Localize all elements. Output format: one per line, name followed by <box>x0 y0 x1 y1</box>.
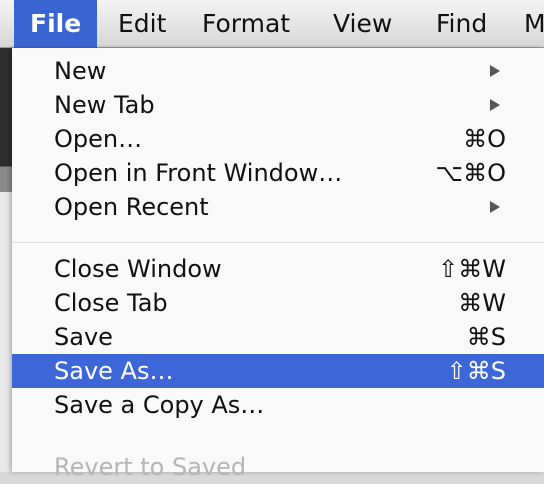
submenu-arrow-icon <box>490 65 500 77</box>
menu-item-label: New Tab <box>54 91 155 119</box>
menu-item-shortcut: ⇧⌘S <box>446 357 506 385</box>
menubar-more[interactable]: M <box>524 0 544 48</box>
menu-item-save-a-copy-as[interactable]: Save a Copy As… <box>12 388 544 422</box>
menu-separator <box>12 242 544 243</box>
menubar-view[interactable]: View <box>333 0 392 48</box>
menu-item-label: Open in Front Window… <box>54 159 343 187</box>
file-menu: New New Tab Open… ⌘O Open in Front Windo… <box>12 48 544 481</box>
menu-item-shortcut: ⌘W <box>458 289 506 317</box>
menu-item-open-recent[interactable]: Open Recent <box>12 190 544 224</box>
menu-item-shortcut: ⌥⌘O <box>435 159 506 187</box>
menu-item-close-tab[interactable]: Close Tab ⌘W <box>12 286 544 320</box>
menu-item-label: Save <box>54 323 113 351</box>
menu-item-label: Open Recent <box>54 193 209 221</box>
menu-item-open[interactable]: Open… ⌘O <box>12 122 544 156</box>
menu-item-label: Close Tab <box>54 289 168 317</box>
menubar-file[interactable]: File <box>14 0 98 48</box>
menu-item-save-as[interactable]: Save As… ⇧⌘S <box>12 354 544 388</box>
submenu-arrow-icon <box>490 201 500 213</box>
menu-item-label: Open… <box>54 125 143 153</box>
menu-item-label: New <box>54 57 107 85</box>
menubar-edit[interactable]: Edit <box>118 0 166 48</box>
menubar-format[interactable]: Format <box>202 0 290 48</box>
menu-item-label: Save As… <box>54 357 174 385</box>
menu-item-save[interactable]: Save ⌘S <box>12 320 544 354</box>
menu-item-label: Close Window <box>54 255 222 283</box>
menu-item-label: Save a Copy As… <box>54 391 265 419</box>
background-window <box>0 48 12 472</box>
menu-item-label: Revert to Saved <box>54 453 247 481</box>
menubar-find[interactable]: Find <box>436 0 487 48</box>
menu-item-new[interactable]: New <box>12 54 544 88</box>
menu-item-shortcut: ⇧⌘W <box>438 255 506 283</box>
menu-item-shortcut: ⌘O <box>463 125 506 153</box>
menu-item-close-window[interactable]: Close Window ⇧⌘W <box>12 252 544 286</box>
menu-item-revert-to-saved[interactable]: Revert to Saved <box>12 422 544 481</box>
menu-item-new-tab[interactable]: New Tab <box>12 88 544 122</box>
menu-item-open-in-front-window[interactable]: Open in Front Window… ⌥⌘O <box>12 156 544 190</box>
menu-bar: File Edit Format View Find M <box>0 0 544 48</box>
submenu-arrow-icon <box>490 99 500 111</box>
menu-item-shortcut: ⌘S <box>466 323 506 351</box>
